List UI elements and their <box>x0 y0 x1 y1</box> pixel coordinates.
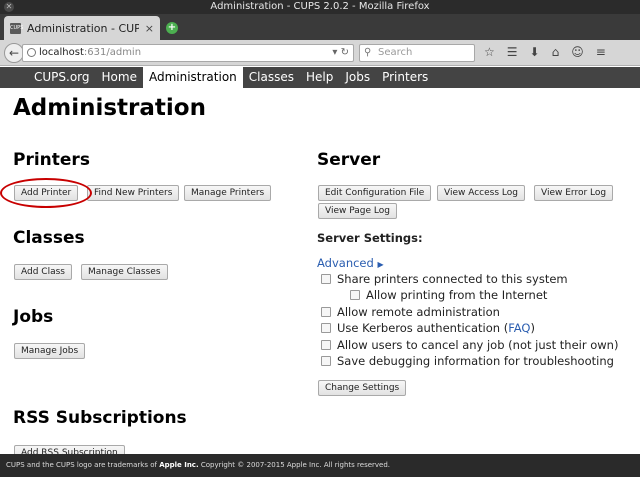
window-title: Administration - CUPS 2.0.2 - Mozilla Fi… <box>210 1 430 12</box>
cups-favicon-icon: CUPS <box>10 22 23 34</box>
view-access-log-button[interactable]: View Access Log <box>437 185 525 201</box>
cups-top-menu: CUPS.org Home Administration Classes Hel… <box>0 67 640 88</box>
add-rss-subscription-button[interactable]: Add RSS Subscription <box>14 445 125 454</box>
url-path: :631/admin <box>83 47 142 58</box>
bookmark-star-icon[interactable]: ☆ <box>484 45 495 59</box>
share-printers-label: Share printers connected to this system <box>337 272 568 286</box>
back-arrow-icon[interactable]: ← <box>4 43 24 63</box>
kerberos-checkbox[interactable] <box>321 323 331 333</box>
advanced-label: Advanced <box>317 256 374 270</box>
search-placeholder: Search <box>378 47 413 58</box>
footer-text-before: CUPS and the CUPS logo are trademarks of <box>6 461 160 469</box>
window-controls: ✕ <box>4 2 14 12</box>
tab-title: Administration - CUPS ... <box>27 21 139 35</box>
window-close-icon[interactable]: ✕ <box>4 2 14 12</box>
allow-remote-admin-checkbox[interactable] <box>321 307 331 317</box>
chat-icon[interactable]: ☺ <box>571 45 584 59</box>
server-settings-label: Server Settings: <box>317 231 423 245</box>
globe-icon <box>27 48 36 57</box>
download-arrow-icon[interactable]: ⬇ <box>530 45 540 59</box>
search-input[interactable]: ⚲ Search <box>359 44 475 62</box>
search-icon: ⚲ <box>364 47 372 58</box>
url-host: localhost <box>39 47 84 58</box>
reload-icon[interactable]: ▾ ↻ <box>332 45 349 61</box>
printers-heading: Printers <box>13 150 90 170</box>
kerberos-label-suffix: ) <box>530 321 535 335</box>
page-content: Administration Printers Add Printer Find… <box>0 88 640 454</box>
share-printers-checkbox[interactable] <box>321 274 331 284</box>
new-tab-plus-icon[interactable]: + <box>166 22 178 34</box>
classes-heading: Classes <box>13 228 85 248</box>
page-title: Administration <box>13 95 206 121</box>
menu-icon[interactable]: ≡ <box>596 45 606 59</box>
footer-text-after: Copyright © 2007-2015 Apple Inc. All rig… <box>198 461 391 469</box>
manage-jobs-button[interactable]: Manage Jobs <box>14 343 86 359</box>
allow-internet-printing-label: Allow printing from the Internet <box>366 288 548 302</box>
menu-item-printers[interactable]: Printers <box>376 67 434 88</box>
browser-tab[interactable]: CUPS Administration - CUPS ... × <box>4 16 160 40</box>
toolbar-icons: ☆ ☰ ⬇ ⌂ ☺ ≡ <box>484 45 606 59</box>
menu-item-jobs[interactable]: Jobs <box>339 67 376 88</box>
allow-remote-admin-label: Allow remote administration <box>337 305 500 319</box>
home-icon[interactable]: ⌂ <box>552 45 560 59</box>
tab-strip: CUPS Administration - CUPS ... × + <box>0 14 640 40</box>
cancel-any-job-checkbox[interactable] <box>321 340 331 350</box>
footer-brand: Apple Inc. <box>159 461 199 469</box>
save-debugging-checkbox[interactable] <box>321 356 331 366</box>
menu-item-classes[interactable]: Classes <box>243 67 300 88</box>
menu-item-home[interactable]: Home <box>96 67 143 88</box>
manage-classes-button[interactable]: Manage Classes <box>81 264 168 280</box>
advanced-toggle[interactable]: Advanced ▶ <box>317 256 384 270</box>
menu-item-help[interactable]: Help <box>300 67 339 88</box>
menu-item-cups-org[interactable]: CUPS.org <box>28 67 96 88</box>
jobs-heading: Jobs <box>13 307 54 327</box>
edit-configuration-file-button[interactable]: Edit Configuration File <box>318 185 432 201</box>
cancel-any-job-label: Allow users to cancel any job (not just … <box>337 338 619 352</box>
manage-printers-button[interactable]: Manage Printers <box>184 185 272 201</box>
save-debugging-label: Save debugging information for troublesh… <box>337 354 614 368</box>
add-class-button[interactable]: Add Class <box>14 264 72 280</box>
highlight-circle <box>0 178 92 208</box>
view-error-log-button[interactable]: View Error Log <box>534 185 614 201</box>
server-heading: Server <box>317 150 381 170</box>
tab-close-icon[interactable]: × <box>145 22 154 35</box>
window-titlebar: ✕ Administration - CUPS 2.0.2 - Mozilla … <box>0 0 640 14</box>
kerberos-label: Use Kerberos authentication (FAQ) <box>337 321 535 335</box>
page-footer: CUPS and the CUPS logo are trademarks of… <box>0 454 640 477</box>
view-page-log-button[interactable]: View Page Log <box>318 203 397 219</box>
url-bar[interactable]: localhost:631/admin ▾ ↻ <box>22 44 354 62</box>
triangle-right-icon: ▶ <box>377 260 384 269</box>
change-settings-button[interactable]: Change Settings <box>318 380 407 396</box>
rss-subscriptions-heading: RSS Subscriptions <box>13 408 187 428</box>
faq-link[interactable]: FAQ <box>508 321 530 335</box>
find-new-printers-button[interactable]: Find New Printers <box>87 185 180 201</box>
bookmarks-list-icon[interactable]: ☰ <box>507 45 518 59</box>
allow-internet-printing-checkbox[interactable] <box>350 290 360 300</box>
navigation-bar: ← localhost:631/admin ▾ ↻ ⚲ Search ☆ ☰ ⬇… <box>0 40 640 66</box>
menu-item-administration[interactable]: Administration <box>142 67 243 88</box>
kerberos-label-text: Use Kerberos authentication ( <box>337 321 509 335</box>
